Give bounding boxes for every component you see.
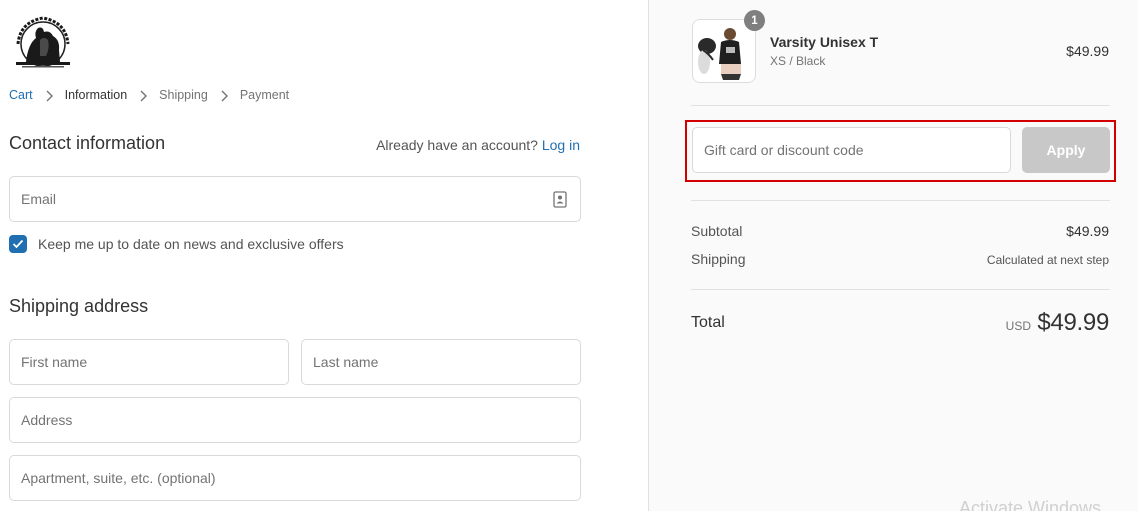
activate-windows-watermark: Activate Windows (959, 498, 1102, 511)
total-amount: $49.99 (1037, 309, 1109, 336)
contact-card-icon (553, 191, 567, 208)
newsletter-option: Keep me up to date on news and exclusive… (9, 235, 344, 253)
breadcrumb-shipping: Shipping (159, 88, 208, 102)
shipping-label: Shipping (691, 251, 746, 267)
apartment-input[interactable] (10, 456, 580, 500)
first-name-input[interactable] (10, 340, 288, 384)
product-thumbnail: 1 (692, 10, 765, 83)
quantity-badge: 1 (744, 10, 765, 31)
newsletter-label: Keep me up to date on news and exclusive… (38, 236, 344, 252)
product-name: Varsity Unisex T (770, 34, 879, 50)
total-currency: USD (1005, 319, 1031, 333)
account-prompt-text: Already have an account? (376, 137, 538, 153)
product-variant: XS / Black (770, 54, 826, 68)
subtotal-value: $49.99 (1066, 223, 1109, 239)
account-prompt: Already have an account? Log in (376, 137, 580, 153)
contact-section-title: Contact information (9, 133, 166, 153)
order-summary: 1 Varsity Unisex T XS / Black $49.99 App… (648, 0, 1138, 511)
breadcrumb-payment: Payment (239, 88, 290, 102)
divider (691, 105, 1110, 106)
store-logo[interactable] (10, 10, 76, 70)
address-input[interactable] (10, 398, 580, 442)
chevron-right-icon (140, 90, 148, 102)
divider (691, 200, 1110, 201)
email-field[interactable] (9, 176, 581, 222)
login-link[interactable]: Log in (542, 137, 580, 153)
divider (691, 289, 1110, 290)
checkmark-icon (12, 239, 24, 249)
subtotal-label: Subtotal (691, 223, 743, 239)
total-label: Total (691, 314, 725, 331)
checkout-main: Cart Information Shipping Payment Contac… (0, 0, 648, 511)
apply-discount-button[interactable]: Apply (1022, 127, 1110, 173)
shipping-section-title: Shipping address (9, 296, 149, 316)
breadcrumb-information: Information (64, 88, 128, 102)
email-input[interactable] (10, 177, 580, 221)
breadcrumb: Cart Information Shipping Payment (9, 88, 289, 102)
shipping-value: Calculated at next step (986, 253, 1109, 267)
chevron-right-icon (221, 90, 228, 102)
last-name-input[interactable] (302, 340, 580, 384)
discount-code-field[interactable] (692, 127, 1011, 173)
product-image (693, 20, 755, 82)
logo-image (16, 16, 70, 68)
apartment-field[interactable] (9, 455, 581, 501)
first-name-field[interactable] (9, 339, 289, 385)
address-field[interactable] (9, 397, 581, 443)
newsletter-checkbox[interactable] (9, 235, 27, 253)
chevron-right-icon (46, 90, 53, 102)
breadcrumb-cart[interactable]: Cart (9, 88, 33, 102)
product-price: $49.99 (1066, 43, 1109, 59)
discount-code-input[interactable] (693, 128, 1010, 172)
last-name-field[interactable] (301, 339, 581, 385)
